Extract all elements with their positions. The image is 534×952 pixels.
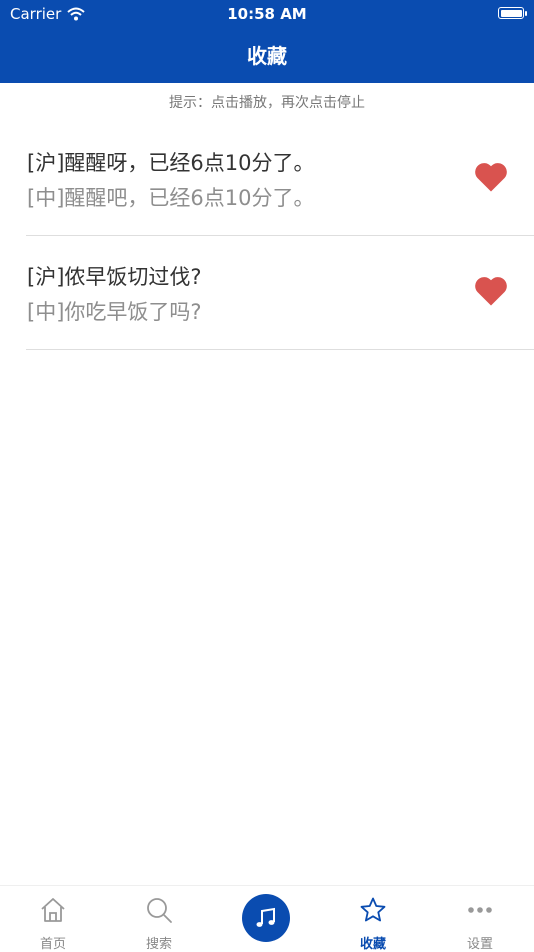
playback-hint: 提示：点击播放，再次点击停止 <box>169 95 365 111</box>
tab-favorites[interactable]: 收藏 <box>320 886 426 952</box>
tab-settings[interactable]: 设置 <box>427 886 533 952</box>
battery-icon <box>498 7 527 19</box>
tab-search[interactable]: 搜索 <box>106 886 212 952</box>
play-music-button[interactable] <box>242 894 290 942</box>
favorites-list: [沪]醒醒呀，已经6点10分了。 [中]醒醒吧，已经6点10分了。 [沪]侬早饭… <box>0 122 534 350</box>
home-icon <box>41 898 65 922</box>
tab-home[interactable]: 首页 <box>0 886 106 952</box>
favorite-item[interactable]: [沪]侬早饭切过伐? [中]你吃早饭了吗? <box>26 236 534 350</box>
heart-icon[interactable] <box>473 161 509 193</box>
tab-favorites-label: 收藏 <box>359 937 386 952</box>
navigation-bar: Carrier 10:58 AM 收藏 <box>0 0 534 83</box>
star-icon <box>360 897 386 922</box>
more-icon <box>468 907 492 913</box>
tab-settings-label: 设置 <box>466 937 493 952</box>
tab-search-label: 搜索 <box>145 937 172 952</box>
heart-icon[interactable] <box>473 275 509 307</box>
page-title: 收藏 <box>247 44 287 68</box>
shanghainese-text: [沪]醒醒呀，已经6点10分了。 <box>27 151 315 175</box>
tab-home-label: 首页 <box>39 937 66 952</box>
status-bar: Carrier 10:58 AM <box>0 0 534 28</box>
search-icon <box>147 898 172 923</box>
music-note-icon <box>256 907 275 927</box>
mandarin-text: [中]你吃早饭了吗? <box>27 300 202 324</box>
shanghainese-text: [沪]侬早饭切过伐? <box>27 265 202 289</box>
mandarin-text: [中]醒醒吧，已经6点10分了。 <box>27 186 315 210</box>
favorite-item[interactable]: [沪]醒醒呀，已经6点10分了。 [中]醒醒吧，已经6点10分了。 <box>26 122 534 236</box>
status-time: 10:58 AM <box>227 5 307 23</box>
